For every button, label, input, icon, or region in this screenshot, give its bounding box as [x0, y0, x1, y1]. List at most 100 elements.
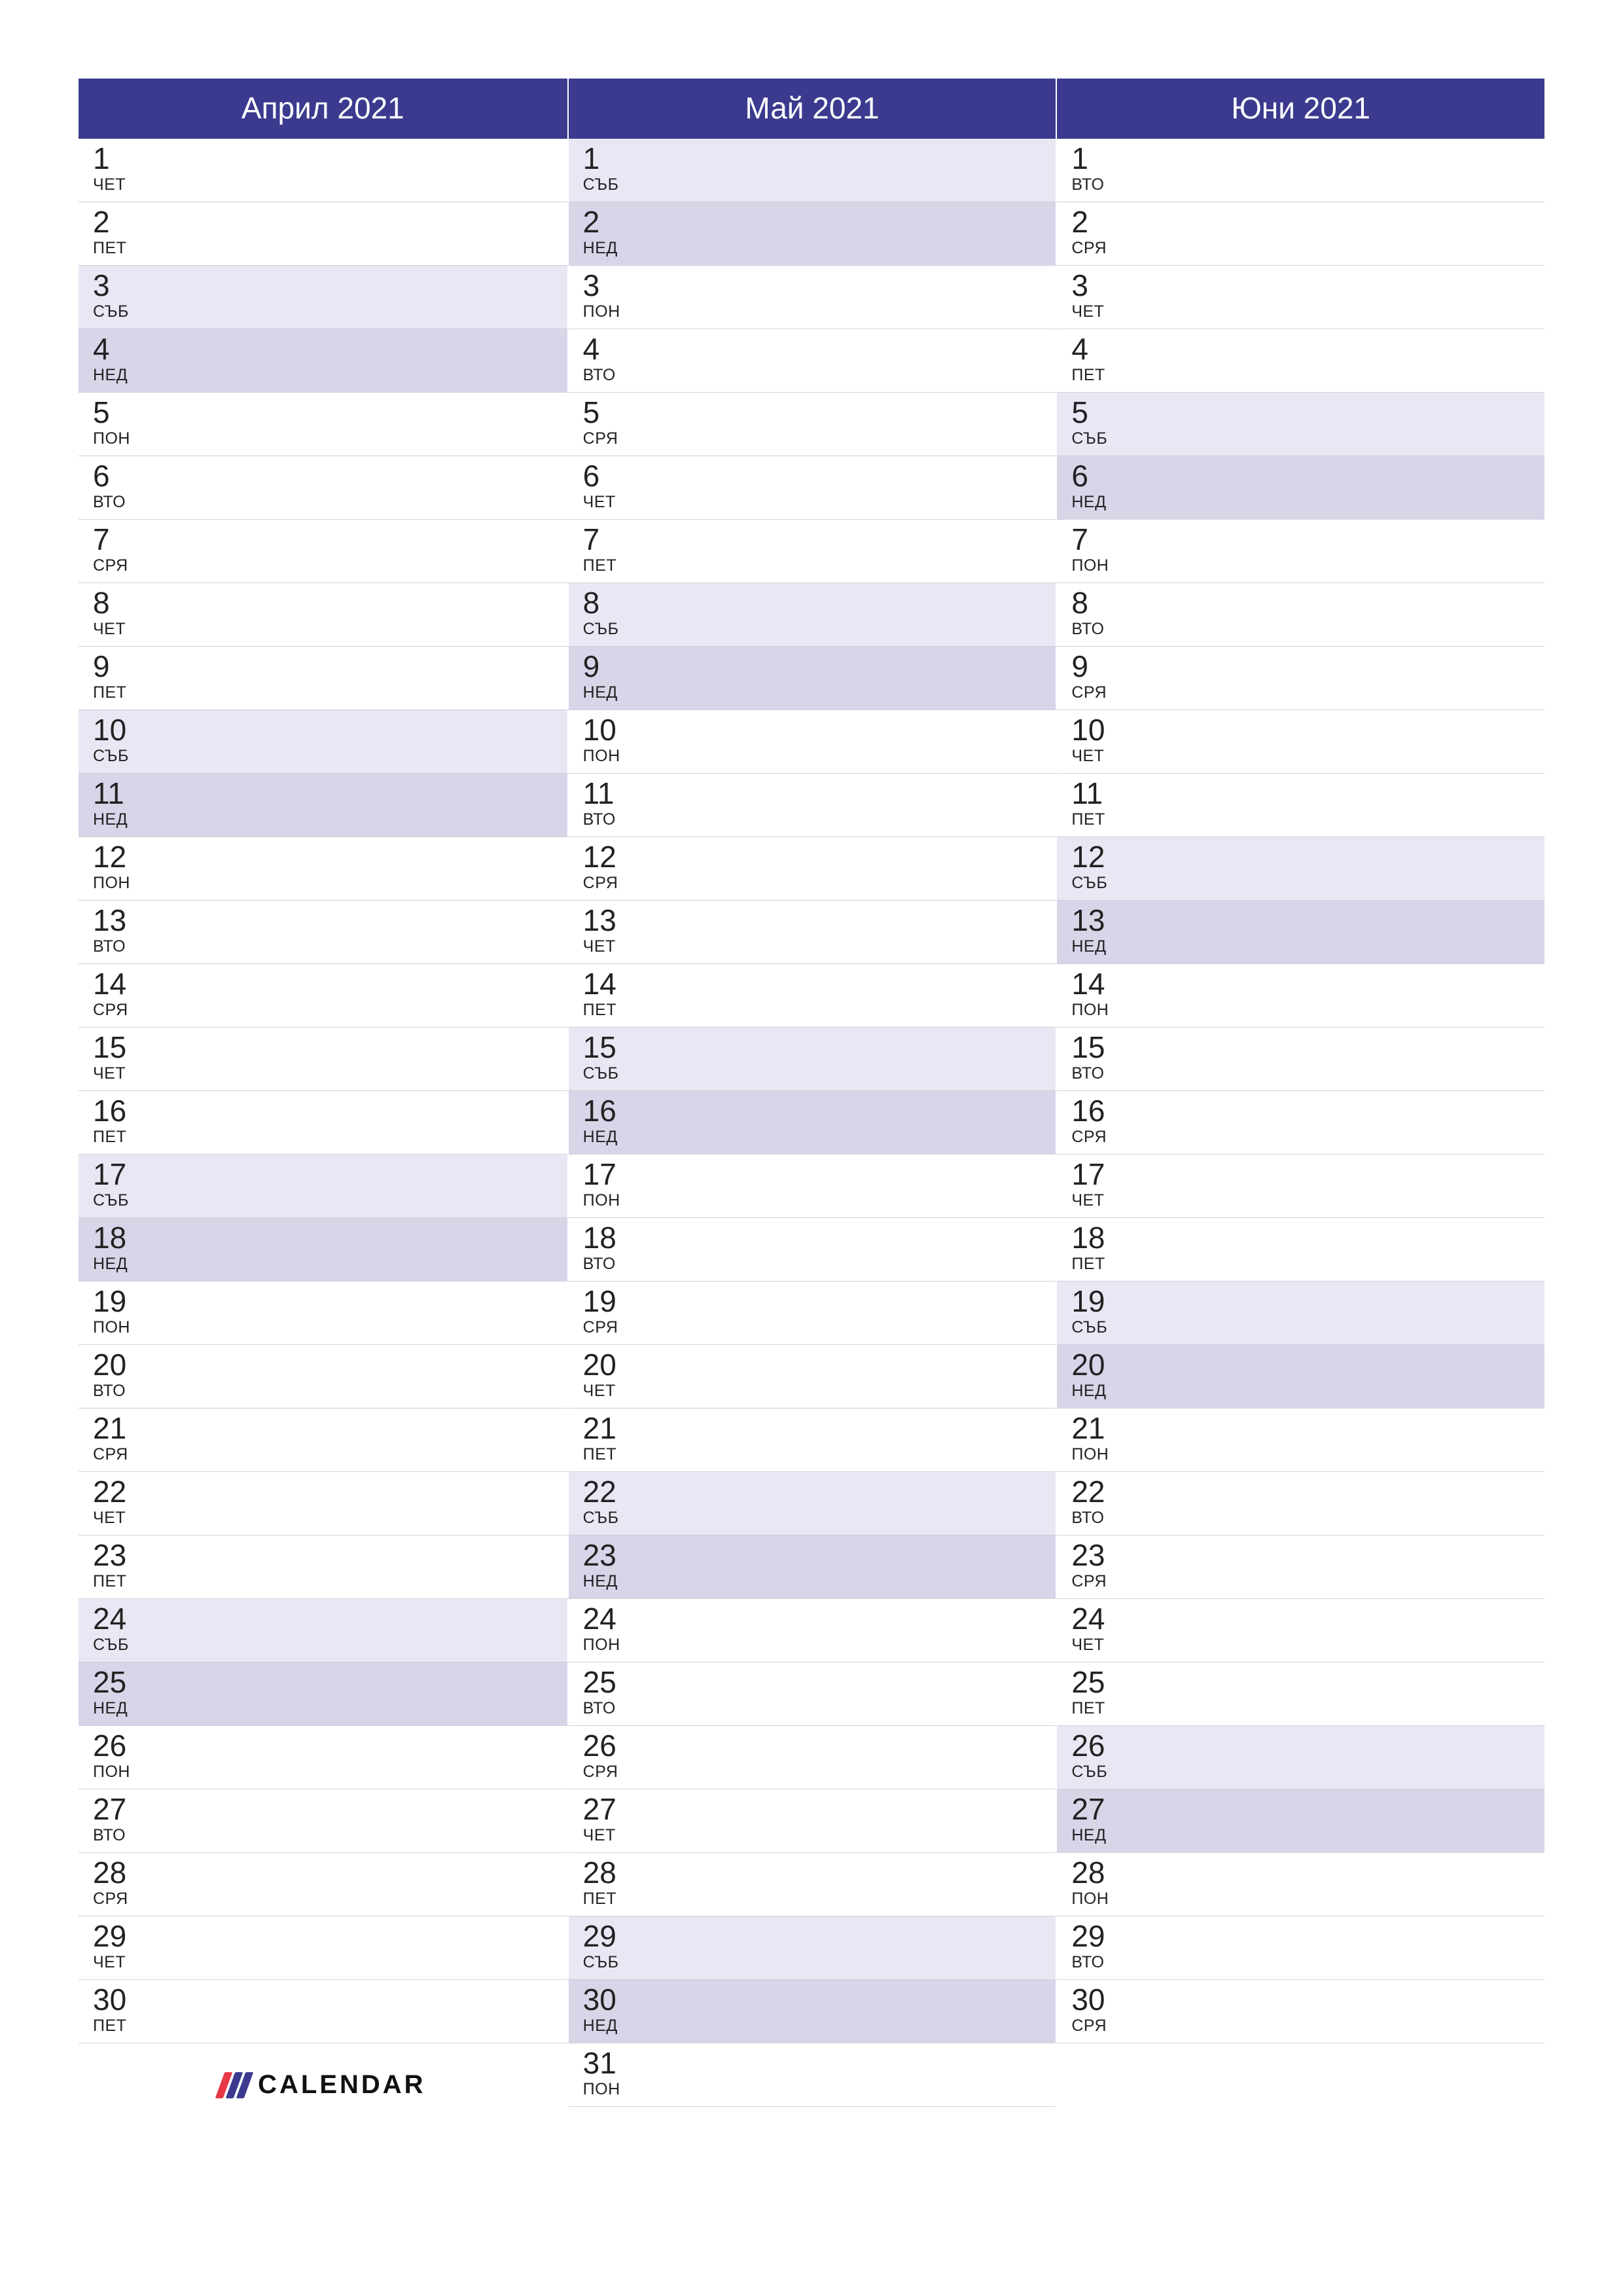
day-name: СРЯ	[93, 1890, 567, 1909]
day-number: 18	[583, 1222, 1056, 1253]
day-row: 12СРЯ	[567, 837, 1056, 901]
day-name: ПОН	[1071, 556, 1544, 575]
day-number: 4	[583, 333, 1056, 365]
day-number: 27	[583, 1793, 1056, 1825]
day-number: 24	[93, 1603, 567, 1634]
month-header: Май 2021	[567, 79, 1056, 139]
day-row: 19СРЯ	[567, 1282, 1056, 1345]
day-row: 24 ЧЕТ	[1056, 1599, 1544, 1662]
day-number: 16	[583, 1095, 1056, 1126]
day-name: НЕД	[1071, 1382, 1544, 1401]
day-row: 22ВТО	[1056, 1472, 1544, 1535]
day-number: 22	[1071, 1476, 1544, 1507]
day-row: 11НЕД	[79, 774, 567, 837]
day-name: ПОН	[1071, 1001, 1544, 1020]
day-number: 30	[583, 1984, 1056, 2015]
day-name: ПОН	[583, 747, 1056, 766]
day-number: 20	[1071, 1349, 1544, 1380]
day-name: ВТО	[1071, 1064, 1544, 1083]
day-row: 1ЧЕТ	[79, 139, 567, 202]
day-name: СРЯ	[1071, 1572, 1544, 1591]
day-name: НЕД	[583, 683, 1056, 702]
day-name: ЧЕТ	[1071, 1636, 1544, 1655]
day-number: 24	[1071, 1603, 1544, 1634]
day-number: 26	[1071, 1730, 1544, 1761]
day-name: НЕД	[93, 1255, 567, 1274]
day-number: 28	[93, 1857, 567, 1888]
day-number: 26	[583, 1730, 1056, 1761]
day-number: 25	[1071, 1666, 1544, 1698]
day-row: 20ВТО	[79, 1345, 567, 1408]
filler-cell: CALENDAR	[79, 2043, 567, 2107]
day-name: НЕД	[583, 1128, 1056, 1147]
day-row: 27НЕД	[1056, 1789, 1544, 1853]
day-name: ВТО	[1071, 620, 1544, 639]
day-name: ЧЕТ	[93, 1509, 567, 1528]
brand-logo: CALENDAR	[220, 2070, 425, 2100]
day-number: 29	[583, 1920, 1056, 1952]
day-row: 15ЧЕТ	[79, 1028, 567, 1091]
day-number: 18	[93, 1222, 567, 1253]
day-name: ЧЕТ	[1071, 302, 1544, 321]
day-number: 22	[583, 1476, 1056, 1507]
day-name: ВТО	[93, 1382, 567, 1401]
day-row: 17ПОН	[567, 1155, 1056, 1218]
day-number: 28	[583, 1857, 1056, 1888]
day-number: 10	[1071, 714, 1544, 745]
day-number: 15	[93, 1031, 567, 1063]
day-row: 18 НЕД	[79, 1218, 567, 1282]
day-number: 12	[1071, 841, 1544, 872]
day-name: СЪБ	[93, 1636, 567, 1655]
day-number: 21	[583, 1412, 1056, 1444]
day-name: ПОН	[93, 1318, 567, 1337]
day-row: 24ПОН	[567, 1599, 1056, 1662]
day-row: 28 СРЯ	[79, 1853, 567, 1916]
day-row: 4ВТО	[567, 329, 1056, 393]
day-name: СРЯ	[93, 1001, 567, 1020]
day-name: СЪБ	[93, 747, 567, 766]
day-number: 29	[93, 1920, 567, 1952]
day-number: 15	[583, 1031, 1056, 1063]
day-number: 2	[93, 206, 567, 238]
day-row: 3ПОН	[567, 266, 1056, 329]
day-row: 20 НЕД	[1056, 1345, 1544, 1408]
day-name: СРЯ	[93, 556, 567, 575]
day-name: ПЕТ	[583, 556, 1056, 575]
day-number: 9	[1071, 651, 1544, 682]
day-name: ПОН	[583, 1636, 1056, 1655]
day-number: 6	[1071, 460, 1544, 492]
day-number: 10	[583, 714, 1056, 745]
day-number: 4	[1071, 333, 1544, 365]
day-row: 23ПЕТ	[79, 1535, 567, 1599]
day-number: 6	[93, 460, 567, 492]
day-row: 13ВТО	[79, 901, 567, 964]
day-row: 19СЪБ	[1056, 1282, 1544, 1345]
day-name: СЪБ	[1071, 1763, 1544, 1782]
day-row: 13ЧЕТ	[567, 901, 1056, 964]
day-row: 7ПОН	[1056, 520, 1544, 583]
day-row: 10 ПОН	[567, 710, 1056, 774]
day-number: 15	[1071, 1031, 1544, 1063]
day-row: 26СРЯ	[567, 1726, 1056, 1789]
day-name: ВТО	[583, 1255, 1056, 1274]
day-name: СЪБ	[583, 175, 1056, 194]
day-number: 19	[583, 1285, 1056, 1317]
day-name: ПЕТ	[93, 683, 567, 702]
day-number: 12	[93, 841, 567, 872]
day-name: ВТО	[93, 1826, 567, 1845]
day-name: СЪБ	[93, 302, 567, 321]
day-name: ПЕТ	[583, 1001, 1056, 1020]
day-number: 9	[583, 651, 1056, 682]
day-number: 8	[1071, 587, 1544, 619]
day-name: СРЯ	[1071, 683, 1544, 702]
day-number: 1	[93, 143, 567, 174]
day-name: НЕД	[1071, 493, 1544, 512]
day-name: ПЕТ	[93, 2017, 567, 2036]
day-name: СЪБ	[93, 1191, 567, 1210]
day-row: 29ЧЕТ	[79, 1916, 567, 1980]
day-number: 26	[93, 1730, 567, 1761]
day-row: 4НЕД	[79, 329, 567, 393]
day-number: 5	[93, 397, 567, 428]
day-name: СРЯ	[1071, 239, 1544, 258]
month-header: Април 2021	[79, 79, 567, 139]
